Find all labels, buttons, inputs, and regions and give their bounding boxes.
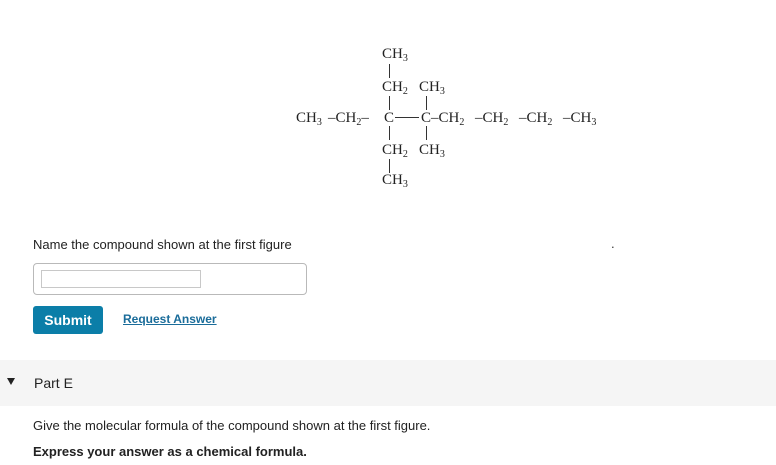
- part-question-text: Give the molecular formula of the compou…: [33, 418, 431, 433]
- answer-input[interactable]: [41, 270, 201, 288]
- lower-ethyl-ch2-group: CH2: [382, 142, 408, 160]
- bond-line: [389, 96, 390, 110]
- collapse-caret-icon[interactable]: [7, 378, 15, 385]
- part-instruction: Express your answer as a chemical formul…: [33, 444, 307, 459]
- submit-button[interactable]: Submit: [33, 306, 103, 334]
- quaternary-carbon-1: C: [384, 110, 395, 126]
- trailing-dot: .: [611, 236, 615, 251]
- upper-ethyl-ch2-group: CH2: [382, 79, 408, 97]
- main-chain-ch2-left: –CH2–: [328, 110, 369, 128]
- bond-line: [389, 64, 390, 78]
- lower-methyl-group: CH3: [419, 142, 445, 160]
- bond-line: [395, 117, 419, 118]
- part-e-header[interactable]: Part E: [0, 360, 776, 406]
- main-chain-ch3-right: –CH3: [563, 110, 597, 128]
- bond-line: [426, 96, 427, 110]
- request-answer-link[interactable]: Request Answer: [123, 312, 217, 326]
- question-prompt: Name the compound shown at the first fig…: [33, 237, 292, 252]
- main-chain-ch2-right-3: –CH2: [519, 110, 553, 128]
- bond-line: [389, 126, 390, 140]
- quaternary-carbon-2: C: [421, 110, 432, 126]
- bottom-methyl-group: CH3: [382, 172, 408, 190]
- structural-formula: CH3 CH2 CH3 CH3 –CH2– C C –CH2 –CH2 –CH2…: [260, 36, 660, 196]
- bond-line: [426, 126, 427, 140]
- top-methyl-group: CH3: [382, 46, 408, 64]
- answer-container: [33, 263, 307, 295]
- main-chain-ch3-left: CH3: [296, 110, 322, 128]
- main-chain-ch2-right-1: –CH2: [431, 110, 465, 128]
- part-title: Part E: [34, 375, 73, 391]
- upper-methyl-group: CH3: [419, 79, 445, 97]
- bond-line: [389, 159, 390, 173]
- main-chain-ch2-right-2: –CH2: [475, 110, 509, 128]
